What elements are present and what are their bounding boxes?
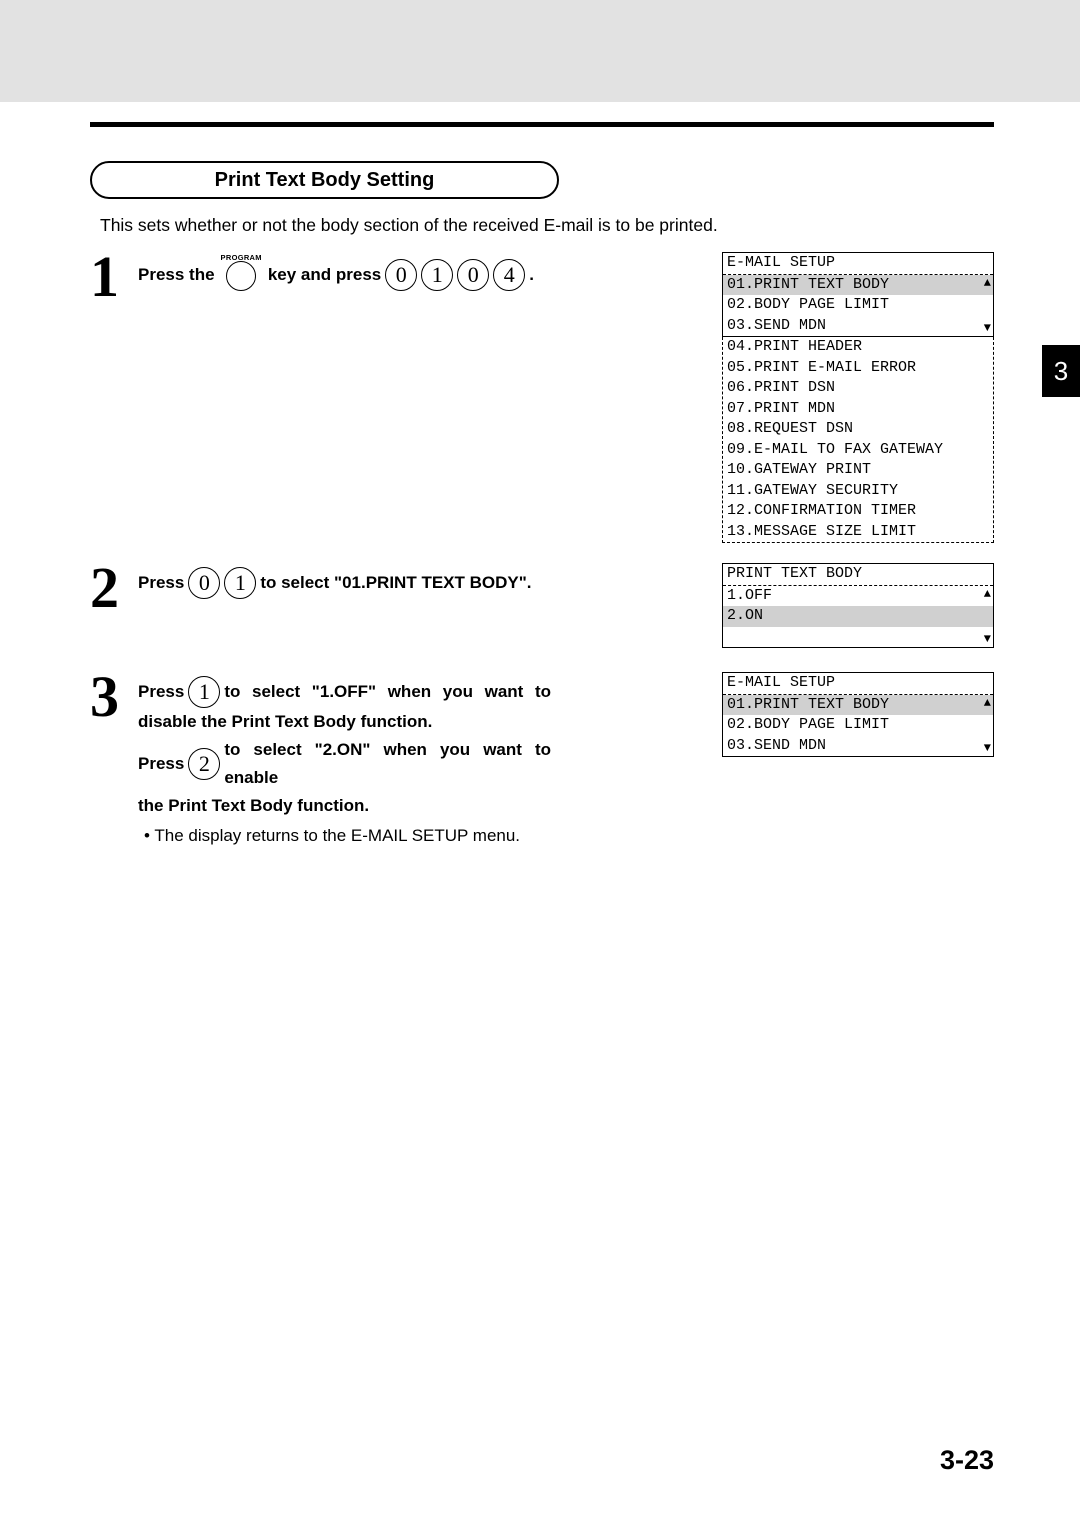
program-key-circle (226, 261, 256, 291)
lcd-display-1: E-MAIL SETUP 01.PRINT TEXT BODY 02.BODY … (722, 252, 994, 543)
keypad-0-icon: 0 (457, 259, 489, 291)
up-arrow-icon: ▲ (984, 277, 991, 289)
lcd-row: 06.PRINT DSN (723, 378, 993, 399)
horizontal-rule (90, 122, 994, 127)
lcd-row: 07.PRINT MDN (723, 399, 993, 420)
section-title-text: Print Text Body Setting (215, 169, 435, 192)
lcd-title: E-MAIL SETUP (723, 673, 993, 695)
lcd-row: 11.GATEWAY SECURITY (723, 481, 993, 502)
step-1: 1 Press the PROGRAM key and press 0 1 0 … (90, 252, 994, 543)
keypad-2-icon: 2 (188, 748, 220, 780)
lcd-title: E-MAIL SETUP (723, 253, 993, 275)
scroll-arrows-icon: ▲ ▼ (984, 697, 991, 755)
step-body: Press the PROGRAM key and press 0 1 0 4 … (138, 252, 722, 543)
down-arrow-icon: ▼ (984, 742, 991, 754)
step-number: 1 (90, 252, 138, 543)
lcd-row (723, 627, 993, 648)
keypad-1-icon: 1 (421, 259, 453, 291)
lcd-row: 05.PRINT E-MAIL ERROR (723, 358, 993, 379)
manual-page: 3 Print Text Body Setting This sets whet… (0, 0, 1080, 1526)
keypad-0-icon: 0 (385, 259, 417, 291)
text: disable the Print Text Body function. (138, 708, 432, 736)
text: to select "2.ON" when you want to enable (224, 736, 551, 792)
lcd-row: 09.E-MAIL TO FAX GATEWAY (723, 440, 993, 461)
intro-text: This sets whether or not the body sectio… (100, 215, 994, 236)
up-arrow-icon: ▲ (984, 697, 991, 709)
text: to select "1.OFF" when you want to (224, 678, 551, 706)
lcd-title: PRINT TEXT BODY (723, 564, 993, 586)
lcd-display-3: E-MAIL SETUP 01.PRINT TEXT BODY 02.BODY … (722, 672, 994, 820)
keypad-1-icon: 1 (224, 567, 256, 599)
step-body: Press 0 1 to select "01.PRINT TEXT BODY"… (138, 563, 722, 648)
section-title-pill: Print Text Body Setting (90, 161, 559, 199)
lcd-row: 01.PRINT TEXT BODY (723, 275, 993, 296)
keypad-0-icon: 0 (188, 567, 220, 599)
lcd-row: 08.REQUEST DSN (723, 419, 993, 440)
text: Press (138, 750, 184, 778)
lcd-row: 03.SEND MDN (723, 316, 993, 337)
lcd-row: 04.PRINT HEADER (723, 337, 993, 358)
lcd-row: 2.ON (723, 606, 993, 627)
up-arrow-icon: ▲ (984, 588, 991, 600)
step-number: 3 (90, 672, 138, 820)
text: . (529, 261, 534, 289)
keypad-1-icon: 1 (188, 676, 220, 708)
lcd-row: 1.OFF (723, 586, 993, 607)
lcd-extended-list: 04.PRINT HEADER 05.PRINT E-MAIL ERROR 06… (722, 337, 994, 543)
text: Press (138, 678, 184, 706)
step-body: Press 1 to select "1.OFF" when you want … (138, 672, 722, 820)
keypad-4-icon: 4 (493, 259, 525, 291)
lcd-row: 02.BODY PAGE LIMIT (723, 715, 993, 736)
header-bar (0, 0, 1080, 102)
lcd-row: 01.PRINT TEXT BODY (723, 695, 993, 716)
scroll-arrows-icon: ▲ ▼ (984, 588, 991, 646)
lcd-row: 03.SEND MDN (723, 736, 993, 757)
text: key and press (268, 261, 381, 289)
lcd-row: 13.MESSAGE SIZE LIMIT (723, 522, 993, 543)
down-arrow-icon: ▼ (984, 633, 991, 645)
lcd-display-2: PRINT TEXT BODY 1.OFF 2.ON ▲ ▼ (722, 563, 994, 648)
text: Press (138, 569, 184, 597)
text: to select "01.PRINT TEXT BODY". (260, 569, 531, 597)
scroll-arrows-icon: ▲ ▼ (984, 277, 991, 335)
text: Press the (138, 261, 215, 289)
step-3: 3 Press 1 to select "1.OFF" when you wan… (90, 672, 994, 820)
content-area: Print Text Body Setting This sets whethe… (0, 102, 1080, 866)
note-text: The display returns to the E-MAIL SETUP … (144, 826, 994, 846)
step-number: 2 (90, 563, 138, 648)
down-arrow-icon: ▼ (984, 322, 991, 334)
step-2: 2 Press 0 1 to select "01.PRINT TEXT BOD… (90, 563, 994, 648)
lcd-row: 10.GATEWAY PRINT (723, 460, 993, 481)
page-number: 3-23 (940, 1445, 994, 1476)
lcd-row: 02.BODY PAGE LIMIT (723, 295, 993, 316)
text: the Print Text Body function. (138, 792, 369, 820)
program-key-icon: PROGRAM (221, 254, 262, 291)
lcd-row: 12.CONFIRMATION TIMER (723, 501, 993, 522)
